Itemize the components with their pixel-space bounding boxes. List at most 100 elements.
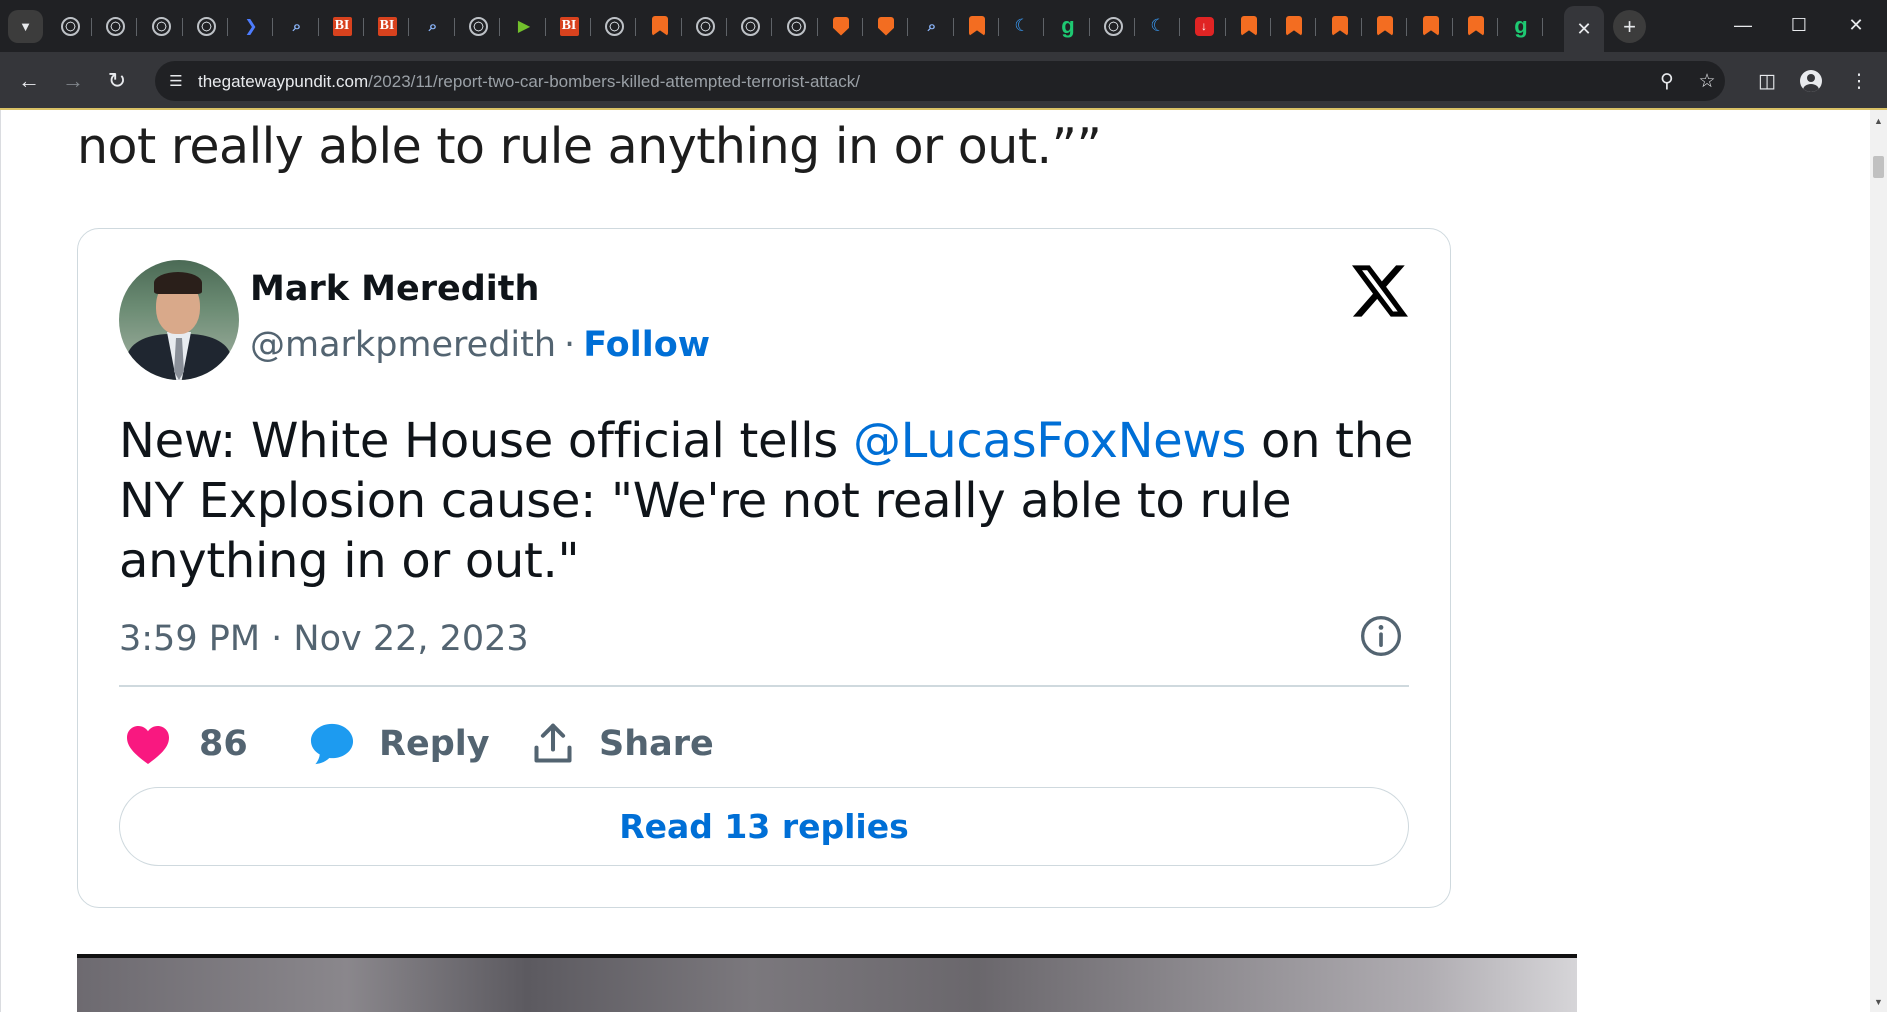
menu-button[interactable]: ⋮: [1844, 66, 1874, 96]
tab[interactable]: BI: [365, 6, 409, 46]
bookmark-icon: [1423, 16, 1439, 36]
reply-button[interactable]: Reply: [309, 714, 490, 774]
close-window-button[interactable]: ✕: [1833, 0, 1879, 50]
like-button[interactable]: 86: [125, 714, 248, 774]
globe-icon: [786, 16, 806, 36]
new-tab-button[interactable]: +: [1613, 10, 1646, 43]
reload-button[interactable]: ↻: [102, 66, 132, 96]
article-quote-text: not really able to rule anything in or o…: [77, 118, 1102, 175]
info-icon[interactable]: [1359, 614, 1403, 658]
tab-search-button[interactable]: ▼: [8, 10, 43, 43]
g-icon: g: [1061, 13, 1075, 38]
globe-icon: [695, 16, 715, 36]
tab[interactable]: [1091, 6, 1135, 46]
tab[interactable]: [728, 6, 772, 46]
scroll-down-arrow-icon[interactable]: ▼: [1870, 993, 1887, 1010]
tweet-timestamp[interactable]: 3:59 PM · Nov 22, 2023: [119, 619, 529, 659]
tab[interactable]: [683, 6, 727, 46]
globe-icon: [60, 16, 80, 36]
share-icon: [534, 723, 572, 763]
site-info-icon[interactable]: ☰: [165, 70, 187, 92]
globe-icon: [151, 16, 171, 36]
tab[interactable]: BI: [547, 6, 591, 46]
tab[interactable]: BI: [320, 6, 364, 46]
tab[interactable]: ↓: [1182, 6, 1226, 46]
embedded-tweet: Mark Meredith @markpmeredith · Follow New:…: [77, 228, 1451, 908]
tab[interactable]: [48, 6, 92, 46]
tab[interactable]: ⌕: [275, 6, 319, 46]
scrollbar-thumb[interactable]: [1873, 156, 1884, 178]
tweet-text: New: White House official tells @LucasFo…: [119, 411, 1419, 591]
tab[interactable]: [1318, 6, 1362, 46]
tab[interactable]: [774, 6, 818, 46]
tab[interactable]: [864, 6, 908, 46]
share-button[interactable]: Share: [531, 714, 714, 774]
tab[interactable]: ⌕: [411, 6, 455, 46]
profile-icon: [1800, 70, 1822, 92]
tab[interactable]: [1272, 6, 1316, 46]
back-button[interactable]: ←: [14, 66, 44, 96]
side-panel-icon[interactable]: ◫: [1752, 66, 1782, 96]
play-icon: ▶: [517, 18, 531, 35]
forward-button[interactable]: →: [58, 66, 88, 96]
tab[interactable]: [456, 6, 500, 46]
author-handle[interactable]: @markpmeredith: [250, 325, 556, 365]
tab[interactable]: [93, 6, 137, 46]
tab[interactable]: g: [1499, 6, 1543, 46]
tab[interactable]: [1409, 6, 1453, 46]
bookmark-icon: [1286, 16, 1302, 36]
profile-button[interactable]: [1796, 66, 1826, 96]
tab[interactable]: [1227, 6, 1271, 46]
tab[interactable]: g: [1046, 6, 1090, 46]
tab[interactable]: ▶: [502, 6, 546, 46]
url-text[interactable]: thegatewaypundit.com/2023/11/report-two-…: [198, 72, 860, 92]
like-count: 86: [199, 724, 248, 764]
mention-link[interactable]: @LucasFoxNews: [853, 413, 1246, 469]
maximize-button[interactable]: ☐: [1776, 0, 1822, 50]
author-name[interactable]: Mark Meredith: [250, 269, 539, 309]
tab[interactable]: [1454, 6, 1498, 46]
tab[interactable]: ☾: [1136, 6, 1180, 46]
tab[interactable]: [819, 6, 863, 46]
globe-icon: [604, 16, 624, 36]
bi-icon: BI: [332, 16, 352, 36]
tab[interactable]: [955, 6, 999, 46]
globe-icon: [740, 16, 760, 36]
moon-icon: ☾: [1014, 16, 1030, 35]
active-tab[interactable]: ✕: [1564, 6, 1604, 52]
bookmark-icon: [1377, 16, 1393, 36]
tab[interactable]: ❯: [229, 6, 273, 46]
video-preview[interactable]: [77, 954, 1577, 1012]
bi-icon: BI: [559, 16, 579, 36]
follow-button[interactable]: Follow: [583, 325, 710, 365]
g-icon: g: [1514, 13, 1528, 38]
tab[interactable]: ☾: [1000, 6, 1044, 46]
page-viewport: not really able to rule anything in or o…: [0, 110, 1870, 1012]
tab-strip: ▼ ❯ ⌕ BI BI ⌕ ▶ BI ⌕ ☾ g ☾ ↓ g ✕ + — ☐ ✕: [0, 0, 1887, 52]
scroll-up-arrow-icon[interactable]: ▲: [1870, 112, 1887, 129]
page-scrollbar[interactable]: ▲ ▼: [1870, 110, 1887, 1012]
moon-icon: ☾: [1150, 16, 1166, 35]
tweet-text-before: New: White House official tells: [119, 413, 853, 469]
address-bar[interactable]: ☰ thegatewaypundit.com/2023/11/report-tw…: [155, 61, 1725, 101]
bookmark-star-icon[interactable]: ☆: [1695, 69, 1719, 93]
close-tab-icon[interactable]: ✕: [1576, 19, 1591, 40]
minimize-button[interactable]: —: [1720, 0, 1766, 50]
author-avatar[interactable]: [119, 260, 239, 380]
read-replies-button[interactable]: Read 13 replies: [119, 787, 1409, 866]
bookmark-icon: [969, 16, 985, 36]
zoom-icon[interactable]: ⚲: [1655, 69, 1679, 93]
tab[interactable]: [1363, 6, 1407, 46]
search-icon: ⌕: [927, 17, 937, 35]
browser-toolbar: ← → ↻ ☰ thegatewaypundit.com/2023/11/rep…: [0, 52, 1887, 110]
tab[interactable]: ⌕: [910, 6, 954, 46]
tab[interactable]: [638, 6, 682, 46]
tab[interactable]: [592, 6, 636, 46]
x-logo-icon[interactable]: [1352, 265, 1408, 317]
bookmark-icon: [652, 16, 668, 36]
globe-icon: [105, 16, 125, 36]
red-app-icon: ↓: [1194, 16, 1214, 36]
tab[interactable]: [184, 6, 228, 46]
tab[interactable]: [139, 6, 183, 46]
arrow-icon: ❯: [244, 18, 258, 35]
